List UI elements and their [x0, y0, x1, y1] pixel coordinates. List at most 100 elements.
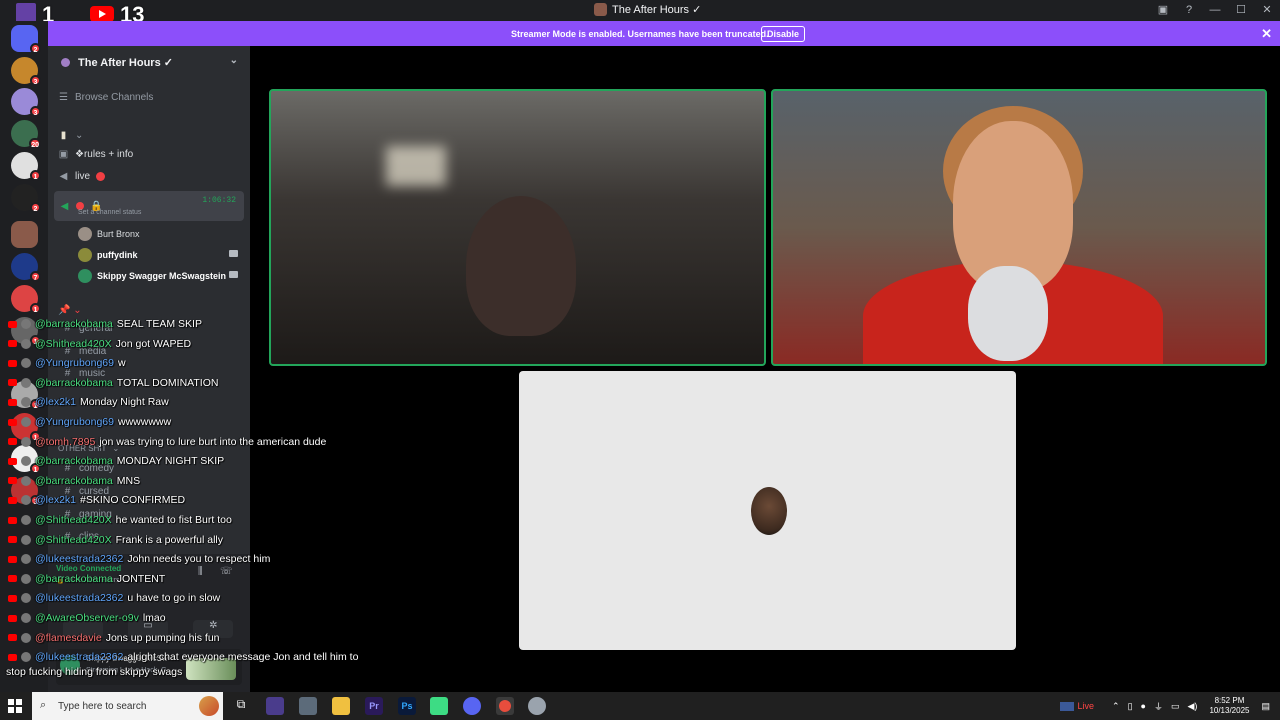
channel-rules-label: ❖rules + info [75, 149, 134, 160]
chat-username: @Yungrubong69 [35, 357, 114, 370]
channel-live[interactable]: ◀ live [58, 171, 106, 182]
youtube-icon [8, 457, 17, 465]
premiere-icon[interactable]: Pr [365, 697, 383, 715]
avatar [21, 495, 31, 506]
server-icon-3[interactable]: 20 [11, 120, 41, 149]
server-header[interactable]: The After Hours ✓ ⌄ [48, 46, 250, 78]
video-tile-2[interactable] [771, 89, 1267, 366]
youtube-icon [8, 575, 17, 583]
channel-rules[interactable]: ▣ ❖rules + info [58, 149, 133, 160]
window-title-text: The After Hours ✓ [612, 4, 702, 16]
live-indicator[interactable]: Live [1078, 701, 1095, 711]
avatar [21, 377, 31, 388]
chat-message: @Yungrubong69 wwwwwww [8, 416, 171, 428]
video-tile-3[interactable] [519, 371, 1016, 650]
usb-icon[interactable]: ⏚ [1154, 700, 1163, 713]
avatar [21, 593, 31, 604]
server-icon-after-hours[interactable] [11, 221, 38, 248]
chat-message: @lukeestrada2362 u have to go in slow [8, 592, 220, 604]
flag-icon [1059, 701, 1074, 711]
server-icon-5[interactable]: 2 [11, 184, 41, 213]
chat-message: @Yungrubong69 w [8, 357, 126, 369]
category-collapsed[interactable]: ▮ ⌄ [58, 130, 84, 141]
avatar [78, 227, 92, 241]
browse-channels[interactable]: ☰ Browse Channels [58, 92, 153, 103]
minimize-button[interactable]: — [1202, 0, 1228, 21]
inbox-icon[interactable]: ▣ [1150, 0, 1176, 21]
chat-message: @lukeestrada2362 John needs you to respec… [8, 553, 270, 565]
voice-user[interactable]: puffydink [78, 248, 238, 262]
clock[interactable]: 8:52 PM 10/13/2025 [1209, 696, 1249, 716]
chat-text: Jons up pumping his fun [105, 631, 220, 644]
chat-message: @lex2k1 Monday Night Raw [8, 396, 169, 408]
disable-button[interactable]: Disable [761, 26, 806, 42]
chat-message: @lex2k1 #SKINO CONFIRMED [8, 494, 185, 506]
chevron-up-icon[interactable]: ⌃ [1112, 701, 1120, 712]
app-icon-1[interactable] [266, 697, 284, 715]
photoshop-icon[interactable]: Ps [398, 697, 416, 715]
chat-text: Jon got WAPED [115, 337, 192, 350]
microphone-icon[interactable]: ● [1141, 701, 1146, 711]
chat-text: stop fucking hiding from skippy swags [6, 665, 183, 678]
chat-username: @AwareObserver-o9v [35, 612, 139, 624]
chat-message: @AwareObserver-o9v lmao [8, 612, 166, 624]
youtube-icon [8, 438, 17, 446]
avatar [21, 436, 31, 447]
avatar [78, 248, 92, 262]
app-icon-green[interactable] [430, 697, 448, 715]
server-icon-7[interactable]: 1 [11, 285, 41, 314]
windows-start-icon[interactable] [8, 699, 22, 713]
avatar [21, 573, 31, 584]
network-icon[interactable]: ▭ [1171, 701, 1180, 712]
app-icon-obs[interactable] [528, 697, 546, 715]
avatar [21, 515, 31, 525]
youtube-icon [8, 340, 17, 348]
app-icon-2[interactable] [299, 697, 317, 715]
close-window-button[interactable]: ✕ [1254, 0, 1280, 21]
chat-text: alright chat everyone message Jon and te… [127, 651, 359, 664]
announcement-icon: ◀ [59, 171, 68, 182]
channel-live-label: live [75, 171, 91, 182]
snake-puppet [968, 266, 1048, 361]
notifications-icon[interactable]: ▤ [1261, 701, 1270, 712]
banner-close-icon[interactable]: ✕ [1261, 26, 1272, 42]
chat-text: SEAL TEAM SKIP [116, 318, 202, 330]
chat-username: @lukeestrada2362 [35, 592, 124, 605]
discord-taskbar-icon[interactable] [463, 697, 481, 715]
maximize-button[interactable]: ☐ [1228, 0, 1254, 21]
note-icon: ▮ [60, 130, 67, 141]
youtube-icon [8, 653, 17, 661]
chat-text: Monday Night Raw [80, 396, 169, 409]
server-icon-4[interactable]: 1 [11, 152, 41, 181]
avatar [21, 338, 31, 349]
chat-text: jon was trying to lure burt into the ame… [99, 435, 327, 448]
server-name: The After Hours ✓ [78, 57, 173, 69]
server-icon-blue[interactable]: 7 [11, 253, 41, 282]
help-icon[interactable]: ? [1176, 0, 1202, 21]
taskbar-search[interactable]: ⌕ Type here to search [32, 692, 223, 720]
avatar [21, 554, 31, 565]
tray-app-icon[interactable]: ▯ [1128, 701, 1133, 712]
twitch-icon [16, 3, 36, 23]
file-explorer-icon[interactable] [332, 697, 350, 715]
pinned-icon: 📌 ⌄ [58, 305, 82, 316]
voice-user[interactable]: Burt Bronx [78, 227, 238, 241]
streamer-mode-banner: Streamer Mode is enabled. Usernames have… [48, 21, 1280, 46]
chevron-down-icon: ⌄ [229, 55, 238, 66]
discord-home-icon[interactable]: 2 [11, 25, 41, 54]
browse-channels-label: Browse Channels [75, 92, 154, 103]
chat-text: u have to go in slow [127, 592, 221, 605]
server-icon-1[interactable]: 3 [11, 57, 41, 86]
set-channel-status[interactable]: Set a channel status [78, 209, 141, 216]
task-view-icon[interactable]: ⧉ [232, 697, 250, 715]
volume-icon[interactable]: ◀) [1188, 701, 1198, 712]
server-icon-2[interactable]: 3 [11, 88, 41, 117]
app-icon-active[interactable] [496, 697, 514, 715]
voice-channel-active[interactable]: ◀ 🔒 1:06:32 Set a channel status [54, 191, 244, 221]
window-title: The After Hours ✓ [594, 3, 701, 16]
chat-username: @Shithead420X [35, 514, 112, 526]
chat-message: @barrackobama MONDAY NIGHT SKIP [8, 455, 224, 467]
voice-user[interactable]: Skippy Swagger McSwagstein [78, 269, 238, 283]
chat-message: @barrackobama SEAL TEAM SKIP [8, 318, 202, 330]
participant-video-1 [466, 196, 576, 336]
